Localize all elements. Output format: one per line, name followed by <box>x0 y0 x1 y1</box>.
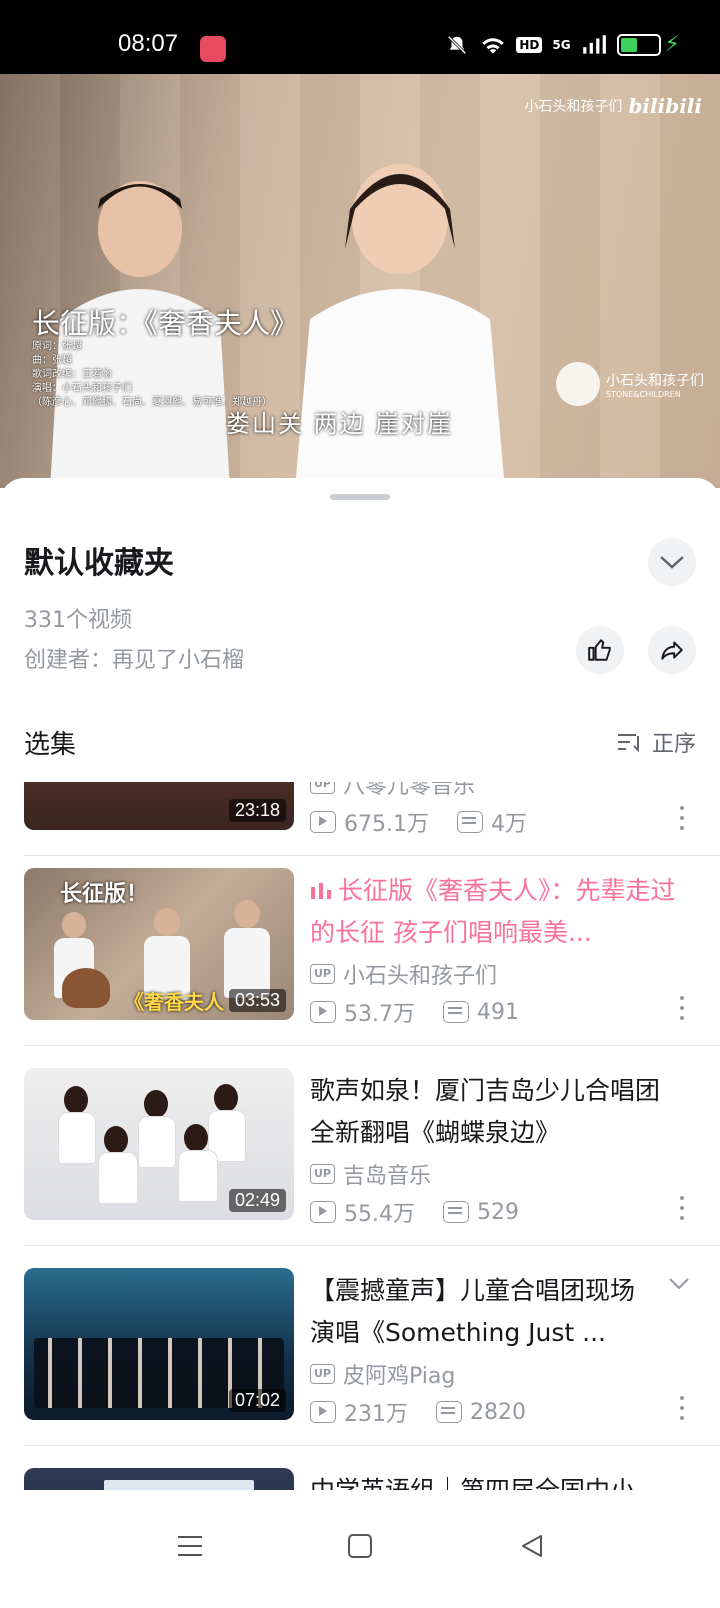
duration-label: 07:02 <box>228 1389 286 1412</box>
home-square-icon <box>348 1534 372 1558</box>
mute-bell-icon <box>448 35 467 54</box>
channel-logo: 小石头和孩子们 STONE&CHILDREN <box>556 362 704 406</box>
uploader: UP 吉岛音乐 <box>310 1158 431 1190</box>
video-title: 【震撼童声】儿童合唱团现场演唱《Something Just ... <box>310 1276 636 1347</box>
video-stats: 55.4万 529 <box>310 1196 519 1228</box>
video-title: 歌声如泉！厦门吉岛少儿合唱团全新翻唱《蝴蝶泉边》 <box>310 1076 661 1147</box>
share-icon <box>661 641 683 660</box>
status-time: 08:07 <box>118 30 179 57</box>
chevron-down-icon <box>669 1278 689 1290</box>
danmaku-icon <box>436 1401 462 1423</box>
charging-icon: ⚡ <box>664 32 680 57</box>
status-bar: 08:07 HD 5G ⚡ <box>0 0 720 74</box>
video-thumbnail: 07:02 <box>24 1268 294 1420</box>
creator-label[interactable]: 创建者：再见了小石榴 <box>24 642 244 674</box>
list-item[interactable]: 02:49 歌声如泉！厦门吉岛少儿合唱团全新翻唱《蝴蝶泉边》 UP 吉岛音乐 5… <box>0 1046 720 1246</box>
sort-icon <box>617 734 639 752</box>
video-title-overlay: 长征版：《奢香夫人》 <box>32 307 299 340</box>
like-button[interactable] <box>576 626 624 674</box>
duration-label: 23:18 <box>228 799 286 822</box>
app-notification-icon <box>200 36 226 62</box>
video-title: 长征版《奢香夫人》：先辈走过的长征 孩子们唱响最美... <box>310 876 676 947</box>
more-options-icon[interactable] <box>680 806 686 830</box>
thumbs-up-icon <box>588 639 611 661</box>
up-badge: UP <box>310 1164 335 1184</box>
video-thumbnail: 长征版！ 《奢香夫人 03:53 <box>24 868 294 1020</box>
more-options-icon[interactable] <box>680 996 686 1020</box>
video-subtitle: 娄山关 两边 崖对崖 <box>226 410 454 438</box>
more-options-icon[interactable] <box>680 1196 686 1220</box>
share-button[interactable] <box>648 626 696 674</box>
drag-handle[interactable] <box>330 494 390 500</box>
network-type: 5G <box>552 37 571 52</box>
list-item[interactable]: 23:18 UP 八零儿零音乐 675.1万 4万 <box>0 782 720 856</box>
play-count-icon <box>310 811 336 833</box>
video-count: 331个视频 <box>24 608 132 633</box>
menu-icon <box>178 1536 202 1556</box>
video-stats: 675.1万 4万 <box>310 806 527 838</box>
wifi-icon <box>482 37 505 54</box>
video-player[interactable]: 小石头和孩子们 bilibili 长征版：《奢香夫人》 原词：张超 曲：张超 歌… <box>0 74 720 488</box>
list-item[interactable]: 长征版！ 《奢香夫人 03:53 长征版《奢香夫人》：先辈走过的长征 孩子们唱响… <box>0 846 720 1046</box>
episodes-heading: 选集 <box>24 730 77 760</box>
play-count-icon <box>310 1401 336 1423</box>
duration-label: 02:49 <box>228 1189 286 1212</box>
up-badge: UP <box>310 782 335 794</box>
system-nav-bar <box>0 1490 720 1608</box>
home-nav-button[interactable] <box>340 1526 380 1566</box>
danmaku-icon <box>443 1201 469 1223</box>
status-icons: HD 5G ⚡ <box>444 32 680 57</box>
uploader: UP 皮阿鸡Piag <box>310 1358 455 1390</box>
episode-list: 23:18 UP 八零儿零音乐 675.1万 4万 长征版！ 《奢香夫人 03:… <box>0 782 720 1504</box>
battery-icon <box>616 33 661 56</box>
sort-button[interactable]: 正序 <box>616 726 696 758</box>
favorites-title: 默认收藏夹 <box>24 546 174 581</box>
now-playing-icon <box>311 883 331 899</box>
channel-logo-icon <box>556 362 600 406</box>
up-badge: UP <box>310 964 335 984</box>
collapse-button[interactable] <box>648 538 696 586</box>
hd-badge: HD <box>516 36 543 53</box>
video-stats: 53.7万 491 <box>310 996 519 1028</box>
list-item[interactable]: 07:02 【震撼童声】儿童合唱团现场演唱《Something Just ...… <box>0 1246 720 1446</box>
signal-icon <box>582 34 606 54</box>
uploader: UP 八零儿零音乐 <box>310 782 475 800</box>
danmaku-icon <box>443 1001 469 1023</box>
duration-label: 03:53 <box>228 989 286 1012</box>
video-thumbnail: 23:18 <box>24 782 294 830</box>
thumb-tag-2: 《奢香夫人 <box>124 990 224 1014</box>
video-watermark: 小石头和孩子们 bilibili <box>524 94 702 118</box>
expand-icon[interactable] <box>668 1276 690 1295</box>
back-triangle-icon <box>522 1535 542 1557</box>
menu-nav-button[interactable] <box>170 1526 210 1566</box>
play-count-icon <box>310 1201 336 1223</box>
video-stats: 231万 2820 <box>310 1396 526 1428</box>
play-count-icon <box>310 1001 336 1023</box>
uploader: UP 小石头和孩子们 <box>310 958 497 990</box>
danmaku-icon <box>456 811 483 833</box>
back-nav-button[interactable] <box>512 1526 552 1566</box>
chevron-down-icon <box>660 556 684 569</box>
up-badge: UP <box>310 1364 335 1384</box>
video-credits: 原词：张超 曲：张超 歌词改编：王若怡 演唱：小石头和孩子们 （陈彦心、邓熙朦、… <box>32 341 272 408</box>
more-options-icon[interactable] <box>680 1396 686 1420</box>
thumb-tag: 长征版！ <box>60 882 149 907</box>
playlist-panel: 默认收藏夹 331个视频 创建者：再见了小石榴 选集 正序 23:18 UP 八… <box>0 478 720 1608</box>
video-thumbnail: 02:49 <box>24 1068 294 1220</box>
